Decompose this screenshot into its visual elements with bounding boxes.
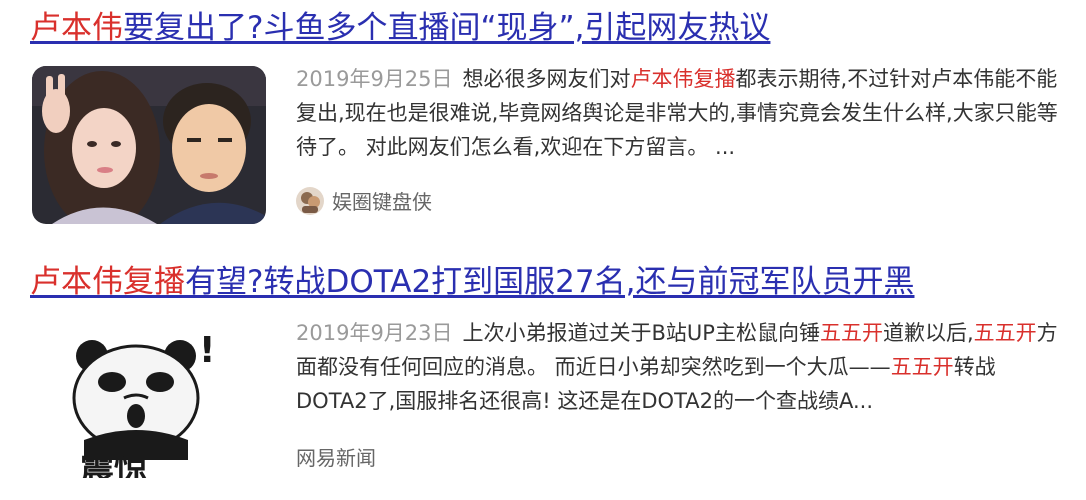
snippet-highlight: 五五开 [973,321,1037,345]
result-date: 2019年9月25日 [296,67,453,91]
thumbnail-caption: 震惊 [80,449,148,478]
title-highlight: 卢本伟 [30,10,123,46]
result-thumbnail[interactable] [32,66,266,224]
result-date: 2019年9月23日 [296,321,453,345]
result-snippet: 2019年9月25日 想必很多网友们对卢本伟复播都表示期待,不过针对卢本伟能不能复… [296,62,1066,164]
result-thumbnail[interactable]: ! 震惊 [32,320,266,478]
snippet-text: 道歉以后, [882,321,974,345]
source-name: 网易新闻 [296,446,376,470]
search-result-1: 卢本伟要复出了?斗鱼多个直播间“现身”,引起网友热议 2019年9月25日 想必… [30,6,1070,224]
result-source[interactable]: 娱圈键盘侠 [296,186,432,215]
couple-photo-icon [32,66,266,224]
result-title-link[interactable]: 卢本伟复播有望?转战DOTA2打到国服27名,还与前冠军队员开黑 [30,260,1070,304]
result-source[interactable]: 网易新闻 [296,442,376,471]
snippet-text: 想必很多网友们对 [462,67,631,91]
snippet-highlight: 五五开 [890,355,954,379]
result-title-link[interactable]: 卢本伟要复出了?斗鱼多个直播间“现身”,引起网友热议 [30,6,1070,50]
title-text: 要复出了?斗鱼多个直播间“现身”,引起网友热议 [123,10,771,46]
title-highlight: 卢本伟复播 [30,264,185,300]
snippet-highlight: 卢本伟复播 [630,67,736,91]
result-snippet: 2019年9月23日 上次小弟报道过关于B站UP主松鼠向锤五五开道歉以后,五五开方… [296,316,1066,418]
thumbnail-mark: ! [199,330,215,371]
search-result-2: 卢本伟复播有望?转战DOTA2打到国服27名,还与前冠军队员开黑 ! 震惊 20… [30,260,1070,478]
source-name: 娱圈键盘侠 [332,190,432,214]
snippet-highlight: 五五开 [819,321,883,345]
author-avatar-icon [296,186,324,215]
snippet-text: 上次小弟报道过关于B站UP主松鼠向锤 [462,321,820,345]
title-text: 有望?转战DOTA2打到国服27名,还与前冠军队员开黑 [185,264,915,300]
panda-meme-icon: ! 震惊 [32,320,266,478]
